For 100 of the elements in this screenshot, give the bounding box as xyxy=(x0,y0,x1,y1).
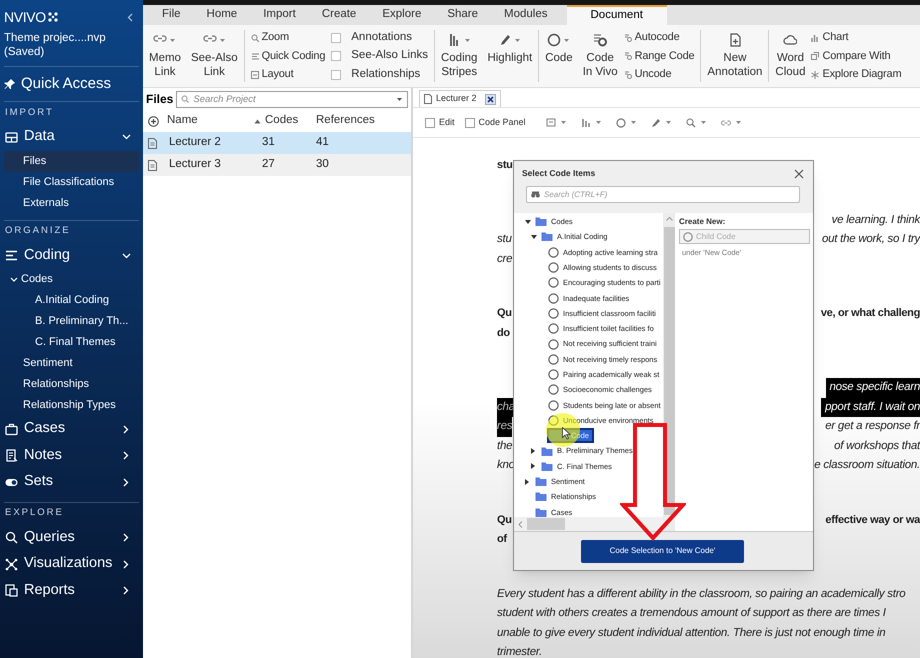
ribbon-small-button[interactable]: Quick Coding xyxy=(250,48,326,64)
expand-toggle[interactable] xyxy=(531,463,535,470)
nav-item[interactable]: Data xyxy=(4,124,139,150)
table-cell-text: 27 xyxy=(262,157,275,172)
ribbon-tab[interactable]: Share xyxy=(434,5,492,25)
nav-item[interactable]: Coding xyxy=(4,242,139,269)
file-row[interactable]: Lecturer 3 27 30 xyxy=(143,154,411,176)
collapse-button[interactable] xyxy=(127,12,133,22)
input-box[interactable]: Child Code xyxy=(679,229,810,244)
quick-access-item[interactable]: Quick Access xyxy=(4,73,139,95)
checkbox[interactable] xyxy=(331,51,342,61)
code-circle-icon xyxy=(548,292,559,304)
ribbon-small-button[interactable]: Explore Diagram xyxy=(811,66,902,83)
ribbon-button[interactable]: Memo Link xyxy=(146,29,184,83)
nav-subitem[interactable]: Codes xyxy=(4,269,139,290)
ribbon-tab[interactable]: Explore xyxy=(369,5,434,25)
nav-subitem[interactable]: C. Final Themes xyxy=(4,332,139,353)
ribbon-tab[interactable]: Home xyxy=(194,5,250,25)
lines-icon xyxy=(250,52,259,60)
ribbon-small-button[interactable]: Zoom xyxy=(250,29,326,46)
expand-toggle[interactable] xyxy=(531,234,537,239)
nav-item[interactable]: Visualizations xyxy=(4,551,139,578)
ribbon-button[interactable]: Word Cloud xyxy=(772,29,808,83)
caret-icon xyxy=(734,120,742,125)
nav-subitem[interactable]: Files xyxy=(4,150,139,172)
column-header[interactable]: Codes xyxy=(265,112,298,130)
search-field[interactable]: Search (CTRL+F) xyxy=(544,187,795,202)
nav-item[interactable]: Cases xyxy=(4,416,139,442)
ribbon-small-button[interactable]: Range Code xyxy=(624,48,694,64)
ribbon-button[interactable]: See-Also Link xyxy=(188,29,241,83)
toolbar-dropdown[interactable] xyxy=(650,118,672,128)
input-field[interactable]: Child Code xyxy=(696,230,806,243)
horizontal-scrollbar[interactable] xyxy=(514,517,664,531)
close-button[interactable] xyxy=(484,94,496,104)
nav-subitem[interactable]: Relationship Types xyxy=(4,395,139,416)
checkbox[interactable] xyxy=(331,70,342,80)
nav-item[interactable]: Reports xyxy=(4,578,139,604)
ribbon-button[interactable]: New Annotation xyxy=(704,29,766,83)
nav-subitem[interactable]: File Classifications xyxy=(4,172,139,192)
checkbox[interactable] xyxy=(425,118,435,128)
expand-toggle[interactable] xyxy=(525,478,529,485)
checkbox-label: Code Panel xyxy=(478,116,526,129)
ribbon-button[interactable]: Code xyxy=(542,29,576,83)
nav-item[interactable]: Notes xyxy=(4,442,139,469)
ribbon-button[interactable]: Highlight xyxy=(484,29,536,83)
ribbon-button[interactable]: Code In Vivo xyxy=(580,29,621,83)
toolbar-dropdown[interactable] xyxy=(686,118,707,128)
table-cell-text: 30 xyxy=(316,157,329,172)
ribbon-tab[interactable]: File xyxy=(149,5,194,25)
column-header[interactable]: References xyxy=(316,112,375,130)
compare-icon xyxy=(811,52,820,60)
toolbar-dropdown[interactable] xyxy=(580,118,602,128)
ribbon-small-button[interactable]: Layout xyxy=(250,66,326,83)
ribbon-tab[interactable]: Document xyxy=(566,5,667,25)
document-text: e classroom situation. xyxy=(814,458,920,473)
ribbon-tab[interactable]: Modules xyxy=(491,5,560,25)
ribbon-small-button[interactable]: Compare With xyxy=(811,48,902,64)
search-field[interactable]: Search Project xyxy=(193,92,392,106)
nav-subitem[interactable]: B. Preliminary Th... xyxy=(4,311,139,332)
caret-icon xyxy=(563,38,570,42)
nav-item[interactable]: Sets xyxy=(4,469,139,496)
ribbon-tab[interactable]: Import xyxy=(250,5,309,25)
close-button[interactable] xyxy=(793,168,805,180)
annotation-icon xyxy=(546,118,556,128)
toolbar-dropdown[interactable] xyxy=(546,118,567,128)
file-row[interactable]: Lecturer 2 31 41 xyxy=(143,132,411,154)
caret-icon xyxy=(464,38,471,42)
ribbon-small-button[interactable]: Uncode xyxy=(624,66,694,83)
binoculars-icon xyxy=(531,191,540,198)
nav-subitem[interactable]: A.Initial Coding xyxy=(4,290,139,311)
caret-icon xyxy=(396,96,403,102)
expand-toggle[interactable] xyxy=(525,220,531,224)
editor-tab[interactable]: Lecturer 2 xyxy=(419,90,501,107)
checkbox-label: Annotations xyxy=(351,30,412,45)
checkbox[interactable] xyxy=(464,118,475,128)
search-box[interactable]: Search (CTRL+F) xyxy=(526,186,800,203)
toolbar-dropdown[interactable] xyxy=(616,118,637,128)
ribbon-small-button[interactable]: Chart xyxy=(811,29,902,46)
search-box[interactable]: Search Project xyxy=(176,90,408,108)
triangle-down-icon xyxy=(525,220,531,224)
column-header[interactable]: Name xyxy=(167,112,198,130)
ribbon-button[interactable]: Coding Stripes xyxy=(438,29,480,83)
toolbar-dropdown[interactable] xyxy=(720,118,742,128)
caret-icon xyxy=(169,38,176,42)
caret-icon xyxy=(218,38,226,42)
folder-icon xyxy=(541,460,553,472)
ribbon-tab[interactable]: Create xyxy=(308,5,370,25)
nav-subitem[interactable]: Sentiment xyxy=(4,353,139,374)
document-text: nose specific learn xyxy=(826,378,920,398)
mouse-pointer-icon xyxy=(562,427,571,440)
nav-item[interactable]: Queries xyxy=(4,524,139,551)
nav-subitem[interactable]: Externals xyxy=(4,192,139,214)
code-circle-icon xyxy=(548,308,559,319)
document-icon xyxy=(148,138,157,148)
code-selection-button[interactable]: Code Selection to 'New Code' xyxy=(581,540,744,562)
checkbox[interactable] xyxy=(331,32,342,42)
expand-toggle[interactable] xyxy=(531,448,535,454)
document-text: student with others creates a tremendous amount of support as there are times I xyxy=(497,606,886,621)
ribbon-small-button[interactable]: Autocode xyxy=(624,29,694,46)
nav-subitem[interactable]: Relationships xyxy=(4,374,139,395)
